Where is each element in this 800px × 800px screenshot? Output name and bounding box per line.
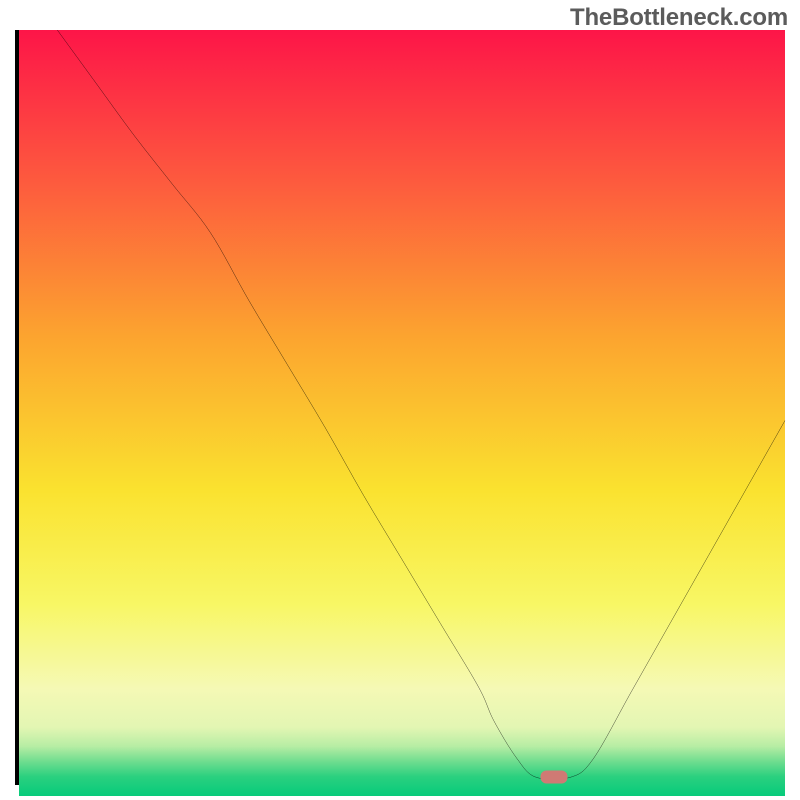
- optimal-point-marker: [540, 771, 567, 784]
- plot-area: [15, 30, 785, 785]
- watermark-label: TheBottleneck.com: [570, 4, 788, 32]
- chart-frame: TheBottleneck.com: [0, 0, 800, 800]
- bottleneck-curve: [19, 30, 785, 781]
